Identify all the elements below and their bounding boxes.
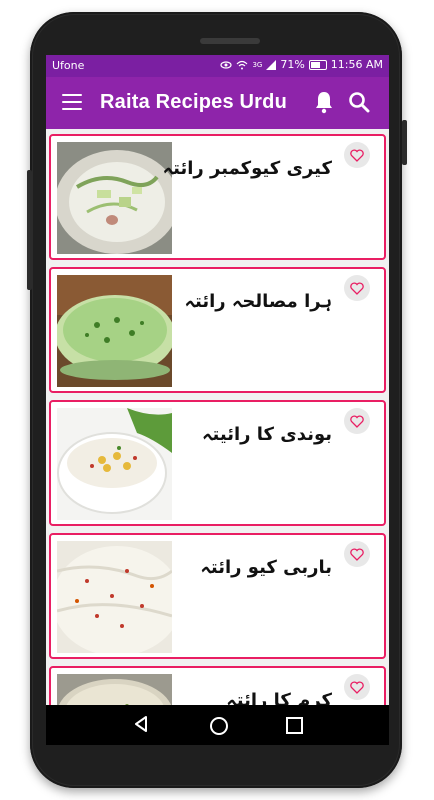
status-bar: Ufone 3G 71% 11:56 AM bbox=[46, 55, 389, 77]
device-screen: Ufone 3G 71% 11:56 AM Raita Recipes Urdu bbox=[46, 55, 389, 745]
green-raita-image bbox=[57, 275, 172, 387]
recipe-list[interactable]: کیری کیوکمبر رائتہ ہرا مصالحہ رائتہ بوند… bbox=[46, 129, 389, 705]
home-icon[interactable] bbox=[210, 717, 228, 735]
recipe-title: ہرا مصالحہ رائتہ bbox=[184, 291, 332, 312]
app-bar: Raita Recipes Urdu bbox=[46, 77, 389, 129]
bell-icon[interactable] bbox=[314, 90, 334, 114]
recipe-card[interactable]: بوندی کا رائیتہ bbox=[49, 400, 386, 526]
search-icon[interactable] bbox=[348, 91, 370, 113]
carrier-name: Ufone bbox=[52, 59, 85, 72]
favorite-button[interactable] bbox=[344, 541, 370, 567]
status-icons: 3G 71% 11:56 AM bbox=[220, 58, 383, 71]
heart-outline-icon bbox=[350, 414, 364, 428]
heart-outline-icon bbox=[350, 148, 364, 162]
recipe-title: کیری کیوکمبر رائتہ bbox=[162, 158, 332, 179]
eye-icon bbox=[220, 60, 233, 69]
back-icon[interactable] bbox=[134, 716, 148, 732]
raita-cucumber-image bbox=[57, 142, 172, 254]
power-button bbox=[402, 120, 407, 165]
recipe-card[interactable]: کیری کیوکمبر رائتہ bbox=[49, 134, 386, 260]
recipe-card[interactable]: کرم کا رائتہ bbox=[49, 666, 386, 705]
clock: 11:56 AM bbox=[330, 58, 383, 71]
hamburger-menu-icon[interactable] bbox=[62, 94, 82, 110]
recipe-title: باربی کیو رائتہ bbox=[200, 557, 332, 578]
heart-outline-icon bbox=[350, 547, 364, 561]
boondi-raita-image bbox=[57, 408, 172, 520]
battery-icon bbox=[308, 59, 327, 70]
recipe-card[interactable]: باربی کیو رائتہ bbox=[49, 533, 386, 659]
heart-outline-icon bbox=[350, 680, 364, 694]
bbq-raita-image bbox=[57, 541, 172, 653]
network-type: 3G bbox=[252, 60, 263, 69]
favorite-button[interactable] bbox=[344, 674, 370, 700]
recent-apps-icon[interactable] bbox=[286, 717, 303, 734]
favorite-button[interactable] bbox=[344, 408, 370, 434]
recipe-title: بوندی کا رائیتہ bbox=[202, 424, 332, 445]
recipe-title: کرم کا رائتہ bbox=[226, 690, 332, 705]
phone-speaker bbox=[200, 38, 260, 44]
system-navigation-bar bbox=[46, 705, 389, 745]
signal-icon bbox=[266, 59, 277, 70]
favorite-button[interactable] bbox=[344, 275, 370, 301]
volume-button bbox=[27, 170, 32, 290]
wifi-icon bbox=[237, 60, 248, 69]
app-title: Raita Recipes Urdu bbox=[100, 91, 287, 113]
battery-percent: 71% bbox=[280, 58, 305, 71]
heart-outline-icon bbox=[350, 281, 364, 295]
favorite-button[interactable] bbox=[344, 142, 370, 168]
raita-bowl-image bbox=[57, 674, 172, 705]
recipe-card[interactable]: ہرا مصالحہ رائتہ bbox=[49, 267, 386, 393]
